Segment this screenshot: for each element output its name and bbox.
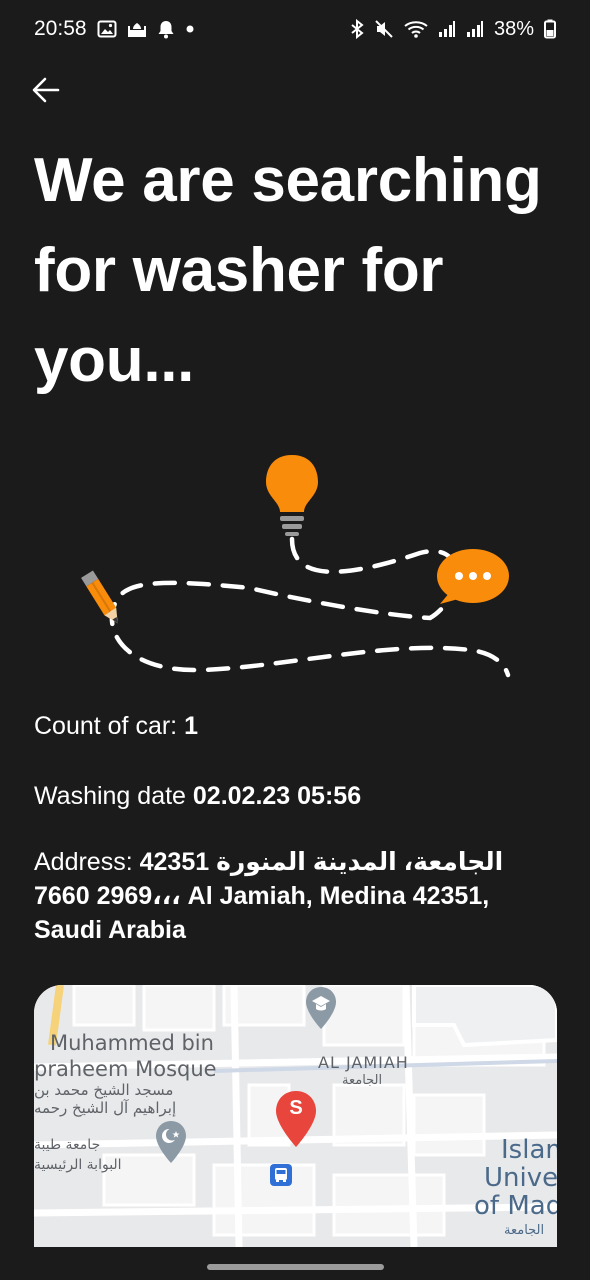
status-time: 20:58 [34,17,87,40]
app-screen: 20:58 38% We are searching for washer fo… [0,0,590,1280]
arrow-left-icon [32,77,60,103]
mosque-pin-icon[interactable] [154,1119,188,1165]
map-label-mosque-en-1: Muhammed bin [50,1031,214,1055]
map-label-uni-ar: الجامعة [504,1223,545,1238]
image-icon [97,19,117,39]
home-indicator[interactable] [207,1264,384,1270]
signal-icon [438,20,456,38]
bluetooth-icon [350,19,364,39]
washing-date: Washing date 02.02.23 05:56 [34,779,564,813]
status-left: 20:58 [34,17,195,41]
map-label-uni-3: of Mad [474,1191,557,1221]
status-bar: 20:58 38% [0,0,590,58]
map-label-uni-1: Islam [501,1135,557,1165]
signal-icon [466,20,484,38]
chat-bubble-icon [437,549,509,604]
status-right: 38% [350,18,556,41]
map-label-mosque-en-2: praheem Mosque [34,1057,217,1081]
car-count: Count of car: 1 [34,709,564,743]
car-count-value: 1 [184,712,198,740]
map-label-district-en: AL JAMIAH [318,1053,409,1072]
map-label-mosque-ar-1: مسجد الشيخ محمد بن [34,1081,174,1099]
back-button[interactable] [22,66,70,114]
map-label-uni-2: Unive [484,1163,557,1193]
mosque-icon [127,20,147,38]
location-map[interactable]: S Muhammed bin praheem Mosque مسجد الشيخ… [34,985,557,1247]
map-marker-letter: S [289,1097,303,1119]
address-label: Address: [34,848,140,876]
wifi-icon [404,19,428,39]
car-count-label: Count of car: [34,712,185,740]
battery-icon [544,19,556,39]
map-label-gate-ar-1: جامعة طيبة [34,1137,101,1153]
map-marker-icon[interactable]: S [274,1089,318,1149]
map-label-gate-ar-2: البوابة الرئيسية [34,1157,122,1173]
bell-icon [157,19,175,39]
washing-date-value: 02.02.23 05:56 [192,782,362,810]
washing-date-label: Washing date [34,782,193,810]
dot-icon [185,24,195,34]
lightbulb-icon [266,455,318,536]
battery-percent: 38% [493,17,534,40]
pencil-icon [81,570,118,624]
map-label-district-ar: الجامعة [342,1073,383,1088]
map-label-mosque-ar-2: إبراهيم آل الشيخ رحمه [34,1099,177,1117]
university-icon[interactable] [304,985,338,1031]
mute-icon [374,19,394,39]
bus-stop-icon[interactable] [269,1163,293,1187]
searching-illustration [0,440,590,690]
address: Address: الجامعة، المدينة المنورة 42351 … [34,845,564,947]
page-title: We are searching for washer for you... [34,146,542,395]
